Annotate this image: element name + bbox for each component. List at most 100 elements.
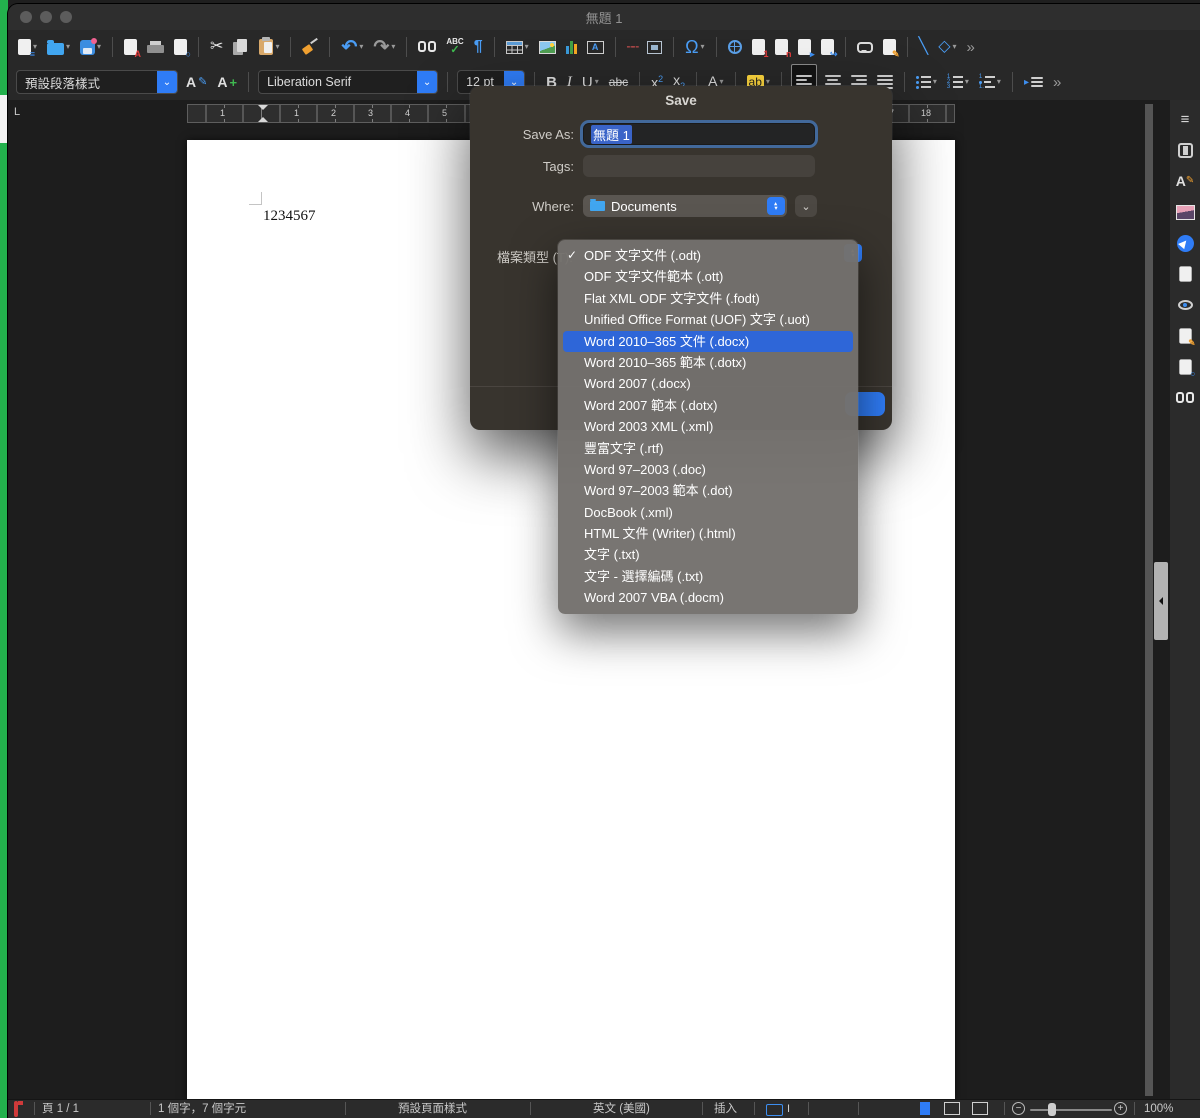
insert-endnote-button[interactable]: n: [773, 34, 790, 60]
sidebar-properties-button[interactable]: [1174, 139, 1196, 161]
paste-dropdown-arrow[interactable]: ▾: [275, 43, 279, 51]
menu-item[interactable]: ODF 文字文件範本 (.ott): [558, 266, 858, 287]
update-style-button[interactable]: A ✎: [184, 69, 209, 95]
sidebar-accessibility-button[interactable]: ○: [1174, 356, 1196, 378]
insert-chart-button[interactable]: [564, 34, 579, 60]
formatting-overflow-button[interactable]: »: [1051, 69, 1063, 95]
outline-list-button[interactable]: 1 1. ▾: [977, 69, 1003, 95]
open-dropdown-arrow[interactable]: ▾: [66, 43, 70, 51]
zoom-in-button[interactable]: +: [1114, 1102, 1127, 1115]
insert-mode[interactable]: 插入: [714, 1102, 737, 1116]
insert-textbox-button[interactable]: A: [585, 34, 606, 60]
font-name-dropdown[interactable]: ⌄: [417, 71, 437, 93]
tags-input[interactable]: [583, 155, 815, 177]
menu-item[interactable]: 豐富文字 (.rtf): [558, 438, 858, 459]
menu-item[interactable]: Word 97–2003 (.doc): [558, 459, 858, 480]
menu-item[interactable]: ✓ ODF 文字文件 (.odt): [558, 245, 858, 266]
track-changes-button[interactable]: ✎: [881, 34, 898, 60]
menu-item[interactable]: 文字 - 選擇編碼 (.txt): [558, 566, 858, 587]
insert-cross-reference-button[interactable]: ↪: [819, 34, 836, 60]
sidebar-gallery-button[interactable]: [1174, 201, 1196, 223]
paste-button[interactable]: ▾: [257, 34, 281, 60]
export-pdf-button[interactable]: A: [122, 34, 139, 60]
zoom-slider-thumb[interactable]: [1048, 1103, 1056, 1116]
page-style[interactable]: 預設頁面樣式: [398, 1102, 467, 1116]
menu-item[interactable]: Unified Office Format (UOF) 文字 (.uot): [558, 309, 858, 330]
view-multi-page-button[interactable]: [944, 1102, 960, 1116]
filename-input[interactable]: 無題 1: [583, 123, 815, 145]
redo-button[interactable]: ↷ ▾: [371, 34, 397, 60]
sidebar-manage-changes-button[interactable]: ✎: [1174, 325, 1196, 347]
font-color-dropdown-arrow[interactable]: ▾: [720, 78, 724, 86]
bullet-list-dropdown-arrow[interactable]: ▾: [933, 78, 937, 86]
tab-stop-selector[interactable]: L: [14, 106, 20, 118]
zoom-slider[interactable]: [1030, 1109, 1112, 1111]
menu-item[interactable]: Word 2010–365 範本 (.dotx): [558, 352, 858, 373]
menu-item[interactable]: Word 97–2003 範本 (.dot): [558, 480, 858, 501]
document-text[interactable]: 1234567: [263, 208, 316, 225]
selection-mode[interactable]: I: [766, 1102, 790, 1116]
sidebar-page-button[interactable]: [1174, 263, 1196, 285]
bullet-list-button[interactable]: ▾: [914, 69, 939, 95]
menu-item[interactable]: Word 2003 XML (.xml): [558, 416, 858, 437]
vertical-scrollbar[interactable]: [1145, 104, 1153, 1096]
menu-item[interactable]: HTML 文件 (Writer) (.html): [558, 523, 858, 544]
menu-item[interactable]: DocBook (.xml): [558, 502, 858, 523]
open-file-button[interactable]: ▾: [45, 34, 72, 60]
paragraph-style-combo[interactable]: 預設段落樣式 ⌄: [16, 70, 178, 94]
zoom-out-button[interactable]: −: [1012, 1102, 1025, 1115]
insert-bookmark-button[interactable]: ▸: [796, 34, 813, 60]
insert-hyperlink-button[interactable]: [726, 34, 744, 60]
basic-shapes-button[interactable]: ◇ ▾: [936, 34, 958, 60]
menu-item-selected[interactable]: Word 2010–365 文件 (.docx): [563, 331, 853, 352]
copy-button[interactable]: [231, 34, 251, 60]
find-replace-button[interactable]: [416, 34, 438, 60]
page-count[interactable]: 頁 1 / 1: [42, 1102, 79, 1116]
insert-section-button[interactable]: [645, 34, 664, 60]
sidebar-styles-button[interactable]: A ✎: [1174, 170, 1196, 192]
font-name-combo[interactable]: Liberation Serif ⌄: [258, 70, 438, 94]
clone-formatting-button[interactable]: [300, 34, 320, 60]
underline-dropdown-arrow[interactable]: ▾: [595, 78, 599, 86]
undo-button[interactable]: ↶ ▾: [339, 34, 365, 60]
menu-item[interactable]: Word 2007 (.docx): [558, 373, 858, 394]
highlight-dropdown-arrow[interactable]: ▾: [766, 78, 770, 86]
numbered-list-dropdown-arrow[interactable]: ▾: [965, 78, 969, 86]
insert-line-button[interactable]: ╲: [917, 34, 931, 60]
toolbar-overflow-button[interactable]: »: [965, 34, 977, 60]
where-popup[interactable]: Documents ▾▾: [583, 195, 787, 217]
sidebar-collapse-handle[interactable]: [1154, 562, 1168, 640]
save-button[interactable]: ▾: [78, 34, 103, 60]
formatting-marks-button[interactable]: ¶: [472, 34, 485, 60]
insert-image-button[interactable]: [537, 34, 558, 60]
special-character-dropdown-arrow[interactable]: ▾: [701, 43, 705, 51]
sidebar-style-inspector-button[interactable]: [1174, 294, 1196, 316]
table-dropdown-arrow[interactable]: ▾: [525, 43, 529, 51]
shapes-dropdown-arrow[interactable]: ▾: [953, 43, 957, 51]
zoom-level[interactable]: 100%: [1144, 1102, 1173, 1116]
special-character-button[interactable]: Ω ▾: [683, 34, 706, 60]
menu-item[interactable]: 文字 (.txt): [558, 544, 858, 565]
increase-indent-button[interactable]: ▸: [1022, 69, 1045, 95]
menu-item[interactable]: Flat XML ODF 文字文件 (.fodt): [558, 288, 858, 309]
sidebar-find-button[interactable]: [1174, 387, 1196, 409]
view-single-page-button[interactable]: [920, 1102, 930, 1116]
save-dropdown-arrow[interactable]: ▾: [97, 43, 101, 51]
spelling-button[interactable]: ABC ✓: [444, 34, 465, 60]
new-document-button[interactable]: ≡ ▾: [16, 34, 39, 60]
cut-button[interactable]: ✂: [208, 34, 225, 60]
menu-item[interactable]: Word 2007 範本 (.dotx): [558, 395, 858, 416]
menu-item[interactable]: Word 2007 VBA (.docm): [558, 587, 858, 608]
paragraph-style-dropdown[interactable]: ⌄: [157, 71, 177, 93]
sidebar-navigator-button[interactable]: [1174, 232, 1196, 254]
redo-dropdown-arrow[interactable]: ▾: [391, 43, 395, 51]
text-language[interactable]: 英文 (美國): [593, 1102, 650, 1116]
insert-page-break-button[interactable]: ╌╌: [625, 34, 639, 60]
sidebar-settings-button[interactable]: ≡: [1174, 108, 1196, 130]
insert-table-button[interactable]: ▾: [504, 34, 531, 60]
new-style-button[interactable]: A +: [215, 69, 239, 95]
insert-footnote-button[interactable]: 1: [750, 34, 767, 60]
expand-dialog-button[interactable]: ⌄: [795, 195, 817, 217]
outline-list-dropdown-arrow[interactable]: ▾: [997, 78, 1001, 86]
numbered-list-button[interactable]: 1 2 3 ▾: [945, 69, 971, 95]
